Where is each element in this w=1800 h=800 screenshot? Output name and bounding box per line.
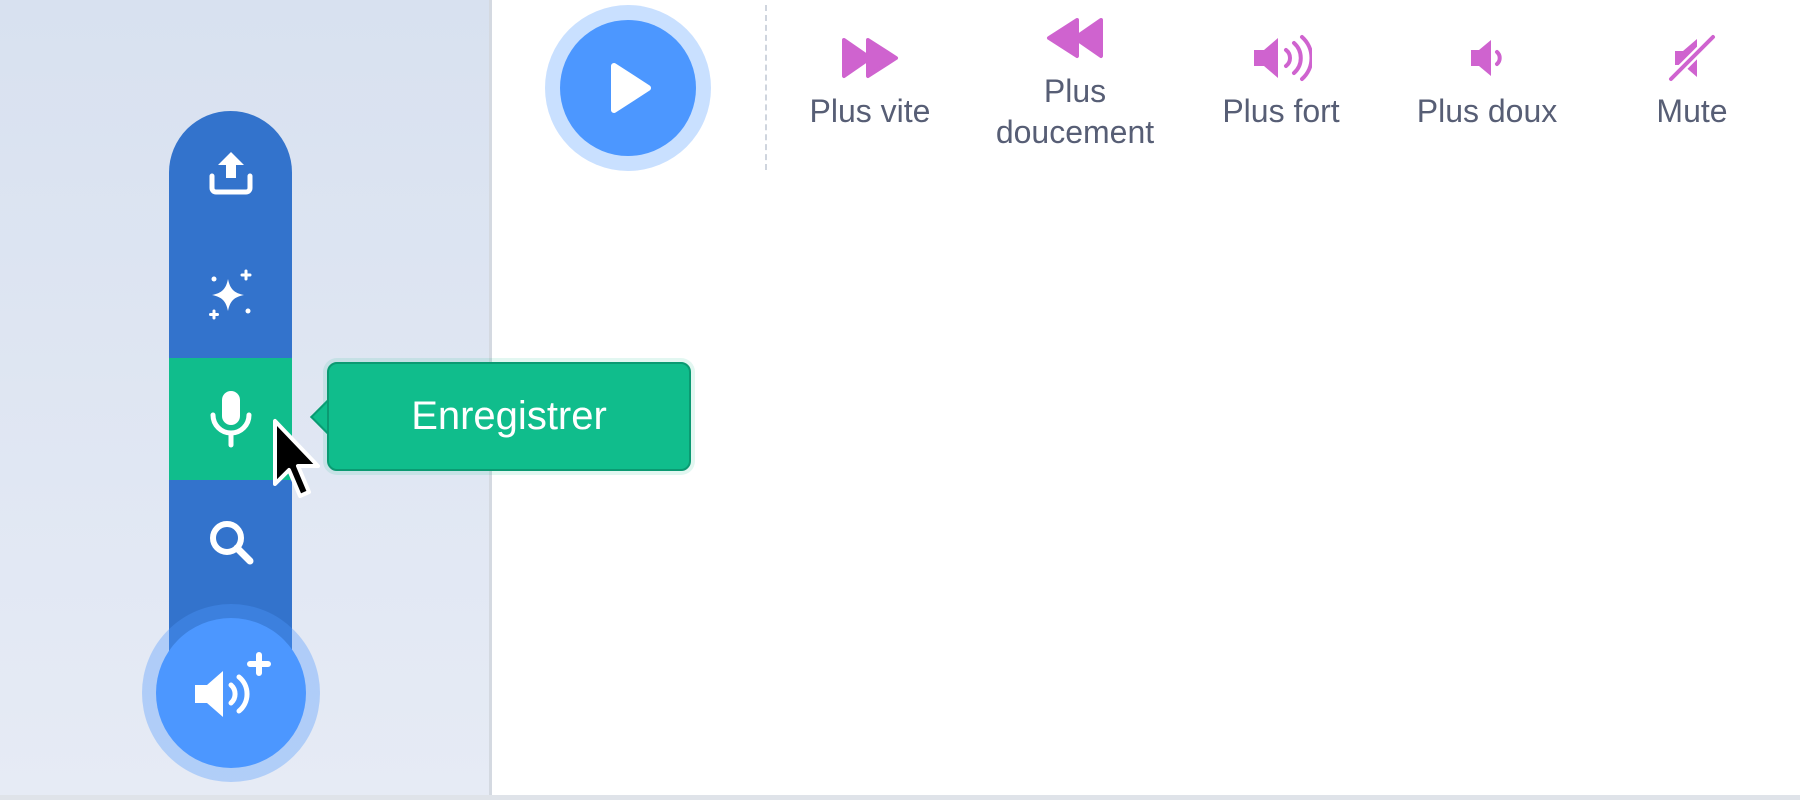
play-sound-button[interactable] bbox=[560, 20, 696, 156]
fast-forward-icon bbox=[842, 38, 898, 78]
play-button-halo bbox=[545, 5, 711, 171]
add-sound-button[interactable] bbox=[156, 618, 306, 768]
toolbar-separator bbox=[765, 5, 767, 170]
upload-icon bbox=[209, 152, 252, 195]
effect-mute-button[interactable]: Mute bbox=[1597, 25, 1787, 175]
add-sound-button-halo bbox=[142, 604, 320, 782]
volume-up-icon bbox=[1254, 35, 1312, 81]
mouse-cursor-icon bbox=[273, 419, 320, 498]
effect-faster-button[interactable]: Plus vite bbox=[775, 25, 965, 175]
effect-label: Mute bbox=[1656, 93, 1728, 129]
effect-label: Plus vite bbox=[809, 93, 931, 129]
volume-down-icon bbox=[1471, 40, 1502, 76]
search-icon bbox=[209, 521, 253, 565]
effect-icon-wrap bbox=[1665, 25, 1719, 91]
rewind-icon bbox=[1047, 18, 1103, 58]
effect-icon-wrap bbox=[1250, 25, 1312, 91]
microphone-icon bbox=[210, 391, 251, 448]
surprise-sound-button[interactable] bbox=[169, 233, 292, 355]
effect-label: Plus doux bbox=[1416, 93, 1558, 129]
effect-louder-button[interactable]: Plus fort bbox=[1186, 25, 1376, 175]
record-tooltip: Enregistrer bbox=[327, 362, 691, 471]
effect-icon-wrap bbox=[1045, 5, 1105, 71]
upload-sound-button[interactable] bbox=[169, 111, 292, 233]
sparkles-icon bbox=[208, 269, 251, 320]
add-sound-icon bbox=[195, 652, 271, 717]
effect-softer-button[interactable]: Plus doux bbox=[1392, 25, 1582, 175]
bottom-divider bbox=[0, 795, 1800, 800]
play-icon bbox=[611, 63, 651, 113]
mute-icon bbox=[1666, 32, 1718, 84]
effect-label: Plus fort bbox=[1222, 93, 1340, 129]
effect-icon-wrap bbox=[840, 25, 900, 91]
effect-slower-button[interactable]: Plus doucement bbox=[980, 5, 1170, 155]
effect-label: Plus doucement bbox=[995, 73, 1155, 150]
tooltip-label: Enregistrer bbox=[411, 394, 607, 438]
effect-icon-wrap bbox=[1463, 25, 1511, 91]
add-sound-menu bbox=[169, 111, 292, 656]
